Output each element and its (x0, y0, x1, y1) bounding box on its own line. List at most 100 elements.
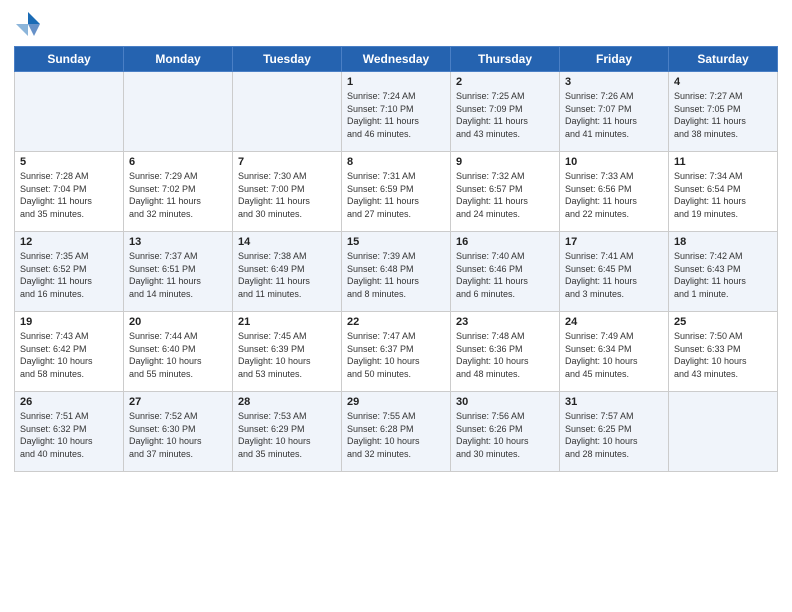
weekday-header: Wednesday (342, 47, 451, 72)
day-number: 16 (456, 236, 554, 248)
day-content: Sunrise: 7:51 AM Sunset: 6:32 PM Dayligh… (20, 410, 118, 460)
calendar-cell: 18 Sunrise: 7:42 AM Sunset: 6:43 PM Dayli… (669, 232, 778, 312)
day-number: 1 (347, 76, 445, 88)
day-content: Sunrise: 7:44 AM Sunset: 6:40 PM Dayligh… (129, 330, 227, 380)
day-number: 3 (565, 76, 663, 88)
day-content: Sunrise: 7:48 AM Sunset: 6:36 PM Dayligh… (456, 330, 554, 380)
logo (14, 10, 46, 38)
day-number: 8 (347, 156, 445, 168)
day-number: 7 (238, 156, 336, 168)
calendar-cell: 27 Sunrise: 7:52 AM Sunset: 6:30 PM Dayli… (124, 392, 233, 472)
calendar-cell: 4 Sunrise: 7:27 AM Sunset: 7:05 PM Daylig… (669, 72, 778, 152)
calendar-cell: 30 Sunrise: 7:56 AM Sunset: 6:26 PM Dayli… (451, 392, 560, 472)
day-number: 4 (674, 76, 772, 88)
day-content: Sunrise: 7:47 AM Sunset: 6:37 PM Dayligh… (347, 330, 445, 380)
day-number: 29 (347, 396, 445, 408)
day-content: Sunrise: 7:30 AM Sunset: 7:00 PM Dayligh… (238, 170, 336, 220)
calendar-cell: 1 Sunrise: 7:24 AM Sunset: 7:10 PM Daylig… (342, 72, 451, 152)
calendar-cell: 8 Sunrise: 7:31 AM Sunset: 6:59 PM Daylig… (342, 152, 451, 232)
day-content: Sunrise: 7:56 AM Sunset: 6:26 PM Dayligh… (456, 410, 554, 460)
day-content: Sunrise: 7:27 AM Sunset: 7:05 PM Dayligh… (674, 90, 772, 140)
day-content: Sunrise: 7:28 AM Sunset: 7:04 PM Dayligh… (20, 170, 118, 220)
day-number: 26 (20, 396, 118, 408)
calendar-cell: 15 Sunrise: 7:39 AM Sunset: 6:48 PM Dayli… (342, 232, 451, 312)
weekday-header: Friday (560, 47, 669, 72)
day-number: 30 (456, 396, 554, 408)
day-content: Sunrise: 7:32 AM Sunset: 6:57 PM Dayligh… (456, 170, 554, 220)
calendar-cell (669, 392, 778, 472)
day-number: 2 (456, 76, 554, 88)
day-number: 21 (238, 316, 336, 328)
calendar-cell: 26 Sunrise: 7:51 AM Sunset: 6:32 PM Dayli… (15, 392, 124, 472)
day-content: Sunrise: 7:24 AM Sunset: 7:10 PM Dayligh… (347, 90, 445, 140)
calendar-cell: 21 Sunrise: 7:45 AM Sunset: 6:39 PM Dayli… (233, 312, 342, 392)
day-number: 20 (129, 316, 227, 328)
day-number: 27 (129, 396, 227, 408)
day-number: 24 (565, 316, 663, 328)
day-content: Sunrise: 7:53 AM Sunset: 6:29 PM Dayligh… (238, 410, 336, 460)
calendar-table: SundayMondayTuesdayWednesdayThursdayFrid… (14, 46, 778, 472)
day-content: Sunrise: 7:42 AM Sunset: 6:43 PM Dayligh… (674, 250, 772, 300)
day-content: Sunrise: 7:52 AM Sunset: 6:30 PM Dayligh… (129, 410, 227, 460)
day-number: 15 (347, 236, 445, 248)
page-container: SundayMondayTuesdayWednesdayThursdayFrid… (0, 0, 792, 482)
calendar-cell: 24 Sunrise: 7:49 AM Sunset: 6:34 PM Dayli… (560, 312, 669, 392)
day-number: 23 (456, 316, 554, 328)
calendar-cell: 7 Sunrise: 7:30 AM Sunset: 7:00 PM Daylig… (233, 152, 342, 232)
day-number: 17 (565, 236, 663, 248)
day-content: Sunrise: 7:40 AM Sunset: 6:46 PM Dayligh… (456, 250, 554, 300)
calendar-cell: 9 Sunrise: 7:32 AM Sunset: 6:57 PM Daylig… (451, 152, 560, 232)
calendar-cell: 23 Sunrise: 7:48 AM Sunset: 6:36 PM Dayli… (451, 312, 560, 392)
calendar-cell (124, 72, 233, 152)
calendar-cell (233, 72, 342, 152)
day-content: Sunrise: 7:33 AM Sunset: 6:56 PM Dayligh… (565, 170, 663, 220)
day-number: 5 (20, 156, 118, 168)
day-content: Sunrise: 7:26 AM Sunset: 7:07 PM Dayligh… (565, 90, 663, 140)
calendar-cell: 25 Sunrise: 7:50 AM Sunset: 6:33 PM Dayli… (669, 312, 778, 392)
logo-icon (14, 10, 42, 38)
calendar-cell: 6Sunrise: 7:29 AM Sunset: 7:02 PM Daylig… (124, 152, 233, 232)
day-content: Sunrise: 7:38 AM Sunset: 6:49 PM Dayligh… (238, 250, 336, 300)
calendar-cell: 2 Sunrise: 7:25 AM Sunset: 7:09 PM Daylig… (451, 72, 560, 152)
day-content: Sunrise: 7:39 AM Sunset: 6:48 PM Dayligh… (347, 250, 445, 300)
day-content: Sunrise: 7:49 AM Sunset: 6:34 PM Dayligh… (565, 330, 663, 380)
day-content: Sunrise: 7:31 AM Sunset: 6:59 PM Dayligh… (347, 170, 445, 220)
day-number: 19 (20, 316, 118, 328)
day-number: 13 (129, 236, 227, 248)
day-content: Sunrise: 7:43 AM Sunset: 6:42 PM Dayligh… (20, 330, 118, 380)
weekday-header: Saturday (669, 47, 778, 72)
day-number: 25 (674, 316, 772, 328)
day-number: 10 (565, 156, 663, 168)
day-number: 11 (674, 156, 772, 168)
day-content: Sunrise: 7:34 AM Sunset: 6:54 PM Dayligh… (674, 170, 772, 220)
day-content: Sunrise: 7:50 AM Sunset: 6:33 PM Dayligh… (674, 330, 772, 380)
day-number: 12 (20, 236, 118, 248)
calendar-week-row: 19 Sunrise: 7:43 AM Sunset: 6:42 PM Dayli… (15, 312, 778, 392)
calendar-week-row: 1 Sunrise: 7:24 AM Sunset: 7:10 PM Daylig… (15, 72, 778, 152)
day-content: Sunrise: 7:45 AM Sunset: 6:39 PM Dayligh… (238, 330, 336, 380)
day-content: Sunrise: 7:37 AM Sunset: 6:51 PM Dayligh… (129, 250, 227, 300)
weekday-header-row: SundayMondayTuesdayWednesdayThursdayFrid… (15, 47, 778, 72)
day-number: 22 (347, 316, 445, 328)
calendar-week-row: 5 Sunrise: 7:28 AM Sunset: 7:04 PM Daylig… (15, 152, 778, 232)
calendar-week-row: 26 Sunrise: 7:51 AM Sunset: 6:32 PM Dayli… (15, 392, 778, 472)
day-content: Sunrise: 7:25 AM Sunset: 7:09 PM Dayligh… (456, 90, 554, 140)
weekday-header: Tuesday (233, 47, 342, 72)
calendar-cell: 10 Sunrise: 7:33 AM Sunset: 6:56 PM Dayli… (560, 152, 669, 232)
day-number: 18 (674, 236, 772, 248)
day-content: Sunrise: 7:35 AM Sunset: 6:52 PM Dayligh… (20, 250, 118, 300)
day-number: 9 (456, 156, 554, 168)
calendar-cell: 19 Sunrise: 7:43 AM Sunset: 6:42 PM Dayli… (15, 312, 124, 392)
day-number: 28 (238, 396, 336, 408)
calendar-cell: 3 Sunrise: 7:26 AM Sunset: 7:07 PM Daylig… (560, 72, 669, 152)
day-content: Sunrise: 7:41 AM Sunset: 6:45 PM Dayligh… (565, 250, 663, 300)
weekday-header: Sunday (15, 47, 124, 72)
calendar-cell: 12 Sunrise: 7:35 AM Sunset: 6:52 PM Dayli… (15, 232, 124, 312)
calendar-cell: 17 Sunrise: 7:41 AM Sunset: 6:45 PM Dayli… (560, 232, 669, 312)
header (14, 10, 778, 38)
calendar-cell: 13 Sunrise: 7:37 AM Sunset: 6:51 PM Dayli… (124, 232, 233, 312)
day-content: Sunrise: 7:29 AM Sunset: 7:02 PM Dayligh… (129, 170, 227, 220)
day-content: Sunrise: 7:55 AM Sunset: 6:28 PM Dayligh… (347, 410, 445, 460)
weekday-header: Thursday (451, 47, 560, 72)
calendar-cell: 14Sunrise: 7:38 AM Sunset: 6:49 PM Dayli… (233, 232, 342, 312)
